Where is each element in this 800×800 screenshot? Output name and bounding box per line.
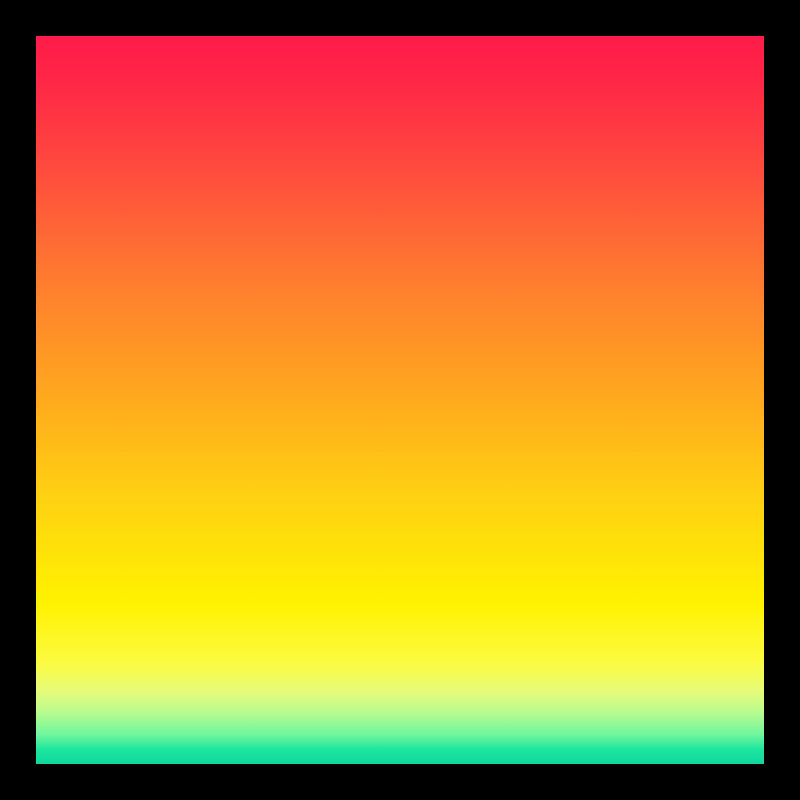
chart-frame [0, 0, 800, 800]
curve-layer [36, 36, 764, 764]
plot-area [36, 36, 764, 764]
dots-layer [36, 36, 764, 764]
